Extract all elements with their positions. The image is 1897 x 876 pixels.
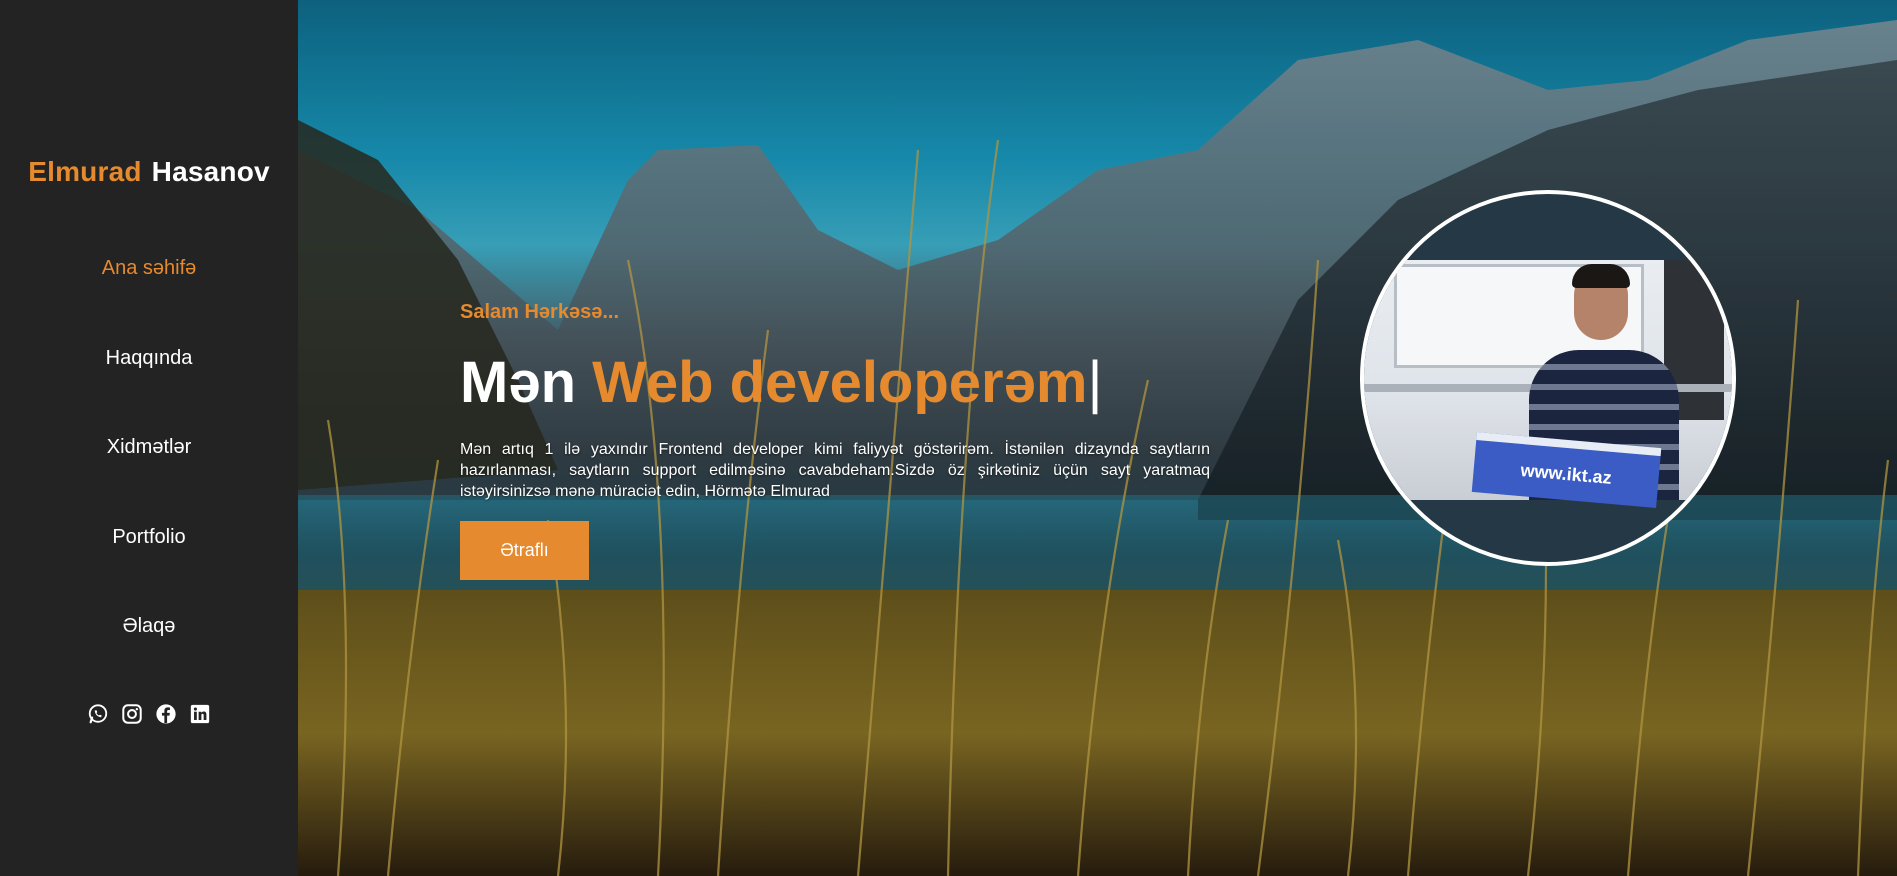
profile-photo: www.ikt.az bbox=[1360, 190, 1736, 566]
brand-logo[interactable]: Elmurad Hasanov bbox=[0, 156, 298, 188]
person-hair bbox=[1572, 264, 1630, 288]
nav-item-about[interactable]: Haqqında bbox=[0, 336, 298, 426]
sidebar: Elmurad Hasanov Ana səhifə Haqqında Xidmə… bbox=[0, 0, 298, 876]
more-info-button[interactable]: Ətraflı bbox=[460, 521, 589, 580]
instagram-icon[interactable] bbox=[120, 702, 144, 726]
linkedin-icon[interactable] bbox=[188, 702, 212, 726]
typing-cursor: | bbox=[1087, 350, 1103, 415]
nav-item-home[interactable]: Ana səhifə bbox=[0, 246, 298, 336]
headline-accent: Web developerəm bbox=[592, 350, 1088, 415]
whatsapp-icon[interactable] bbox=[86, 702, 110, 726]
nav-item-contact[interactable]: Əlaqə bbox=[0, 604, 298, 694]
hero-headline: Mən Web developerəm| bbox=[460, 345, 1103, 421]
main-nav: Ana səhifə Haqqında Xidmətlər Portfolio … bbox=[0, 246, 298, 694]
hero-section: Salam Hərkəsə... Mən Web developerəm| Mə… bbox=[298, 0, 1897, 876]
facebook-icon[interactable] bbox=[154, 702, 178, 726]
headline-prefix: Mən bbox=[460, 350, 576, 415]
nav-item-portfolio[interactable]: Portfolio bbox=[0, 515, 298, 605]
nav-item-services[interactable]: Xidmətlər bbox=[0, 425, 298, 515]
social-links bbox=[0, 702, 298, 726]
brand-last-name: Hasanov bbox=[151, 156, 270, 187]
greeting-text: Salam Hərkəsə... bbox=[460, 301, 619, 323]
profile-photo-image: www.ikt.az bbox=[1364, 260, 1732, 508]
intro-paragraph: Mən artıq 1 ilə yaxındır Frontend develo… bbox=[460, 441, 1210, 500]
brand-first-name: Elmurad bbox=[28, 156, 142, 187]
